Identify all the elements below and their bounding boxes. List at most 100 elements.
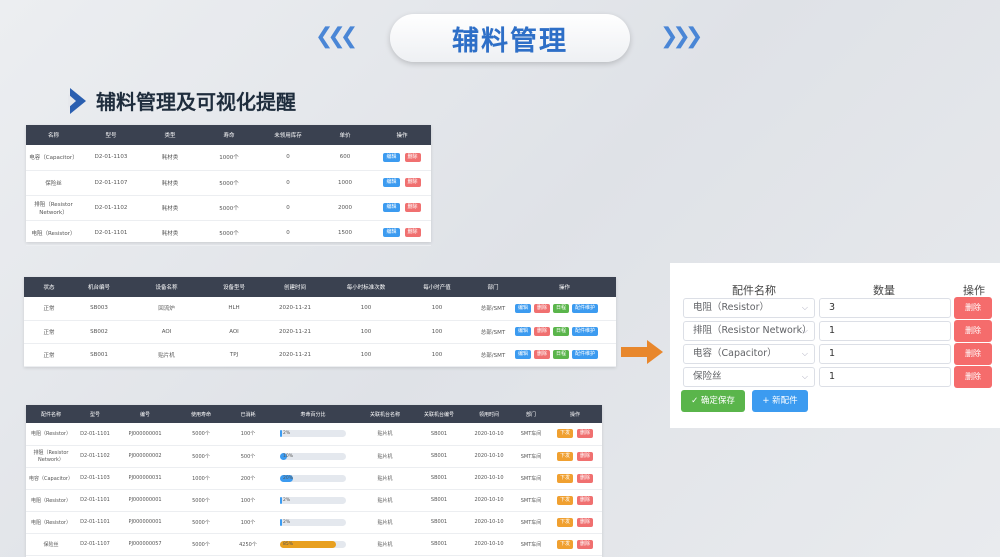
table-row: 保险丝 D2-01-1107 耗材类 5000个 0 1000 编辑 删除 <box>26 170 431 196</box>
table-cell: D2-01-1103 <box>81 145 141 171</box>
delete-button[interactable]: 删除 <box>577 473 594 483</box>
delete-button[interactable]: 删除 <box>577 539 594 549</box>
life-percent-cell: 2% <box>270 511 356 534</box>
delete-button[interactable]: 删除 <box>404 152 421 162</box>
part-select-value: 保险丝 <box>693 371 722 382</box>
add-part-button[interactable]: + 新配件 <box>752 390 808 412</box>
part-select[interactable]: 保险丝 ⌵ <box>683 367 815 387</box>
delete-row-button[interactable]: 删除 <box>954 366 992 388</box>
table-cell: 5000个 <box>176 511 226 534</box>
quantity-input[interactable]: 1 <box>819 367 951 387</box>
column-header: 关联机台名称 <box>356 405 414 423</box>
delete-button[interactable]: 删除 <box>577 429 594 439</box>
life-progress-label: 2% <box>283 431 291 437</box>
table-cell: PJ000000001 <box>114 423 176 446</box>
delete-row-button[interactable]: 删除 <box>954 320 992 342</box>
actions-cell: 编辑 删除 日程 配件维护 <box>513 320 616 344</box>
dispatch-button[interactable]: 下发 <box>556 451 573 461</box>
dispatch-button[interactable]: 下发 <box>556 495 573 505</box>
chevron-down-icon: ⌵ <box>801 372 808 381</box>
delete-button[interactable]: 删除 <box>404 178 421 187</box>
form-header-name: 配件名称 <box>732 284 776 297</box>
delete-row-button[interactable]: 删除 <box>954 297 992 319</box>
actions-cell: 下发 删除 <box>548 445 602 468</box>
delete-button[interactable]: 删除 <box>534 327 551 336</box>
table-cell: 排阻（Resistor Network） <box>26 195 81 221</box>
dispatch-button[interactable]: 下发 <box>556 429 573 439</box>
table-cell: 200个 <box>226 467 270 490</box>
table-cell: 贴片机 <box>356 511 414 534</box>
parts-maintenance-button[interactable]: 配件维护 <box>572 327 599 336</box>
parts-maintenance-button[interactable]: 配件维护 <box>572 303 599 313</box>
table-cell: SB001 <box>74 343 124 367</box>
schedule-button[interactable]: 日程 <box>553 303 570 313</box>
chevrons-right-icon: ❯❯❯ <box>660 24 703 49</box>
table-cell: 2020-10-10 <box>464 467 514 490</box>
table-cell: 贴片机 <box>356 445 414 468</box>
delete-button[interactable]: 删除 <box>534 303 551 313</box>
table-cell: 0 <box>259 195 317 221</box>
delete-button[interactable]: 删除 <box>577 517 594 527</box>
table-row: 排阻（Resistor Network） D2-01-1102 耗材类 5000个 0 2… <box>26 195 431 221</box>
edit-button[interactable]: 编辑 <box>515 350 532 359</box>
life-progress-bar: 2% <box>280 430 346 438</box>
dispatch-button[interactable]: 下发 <box>556 473 573 483</box>
table-cell: 2020-10-10 <box>464 423 514 446</box>
delete-button[interactable]: 删除 <box>404 228 421 237</box>
life-progress-fill <box>280 496 282 504</box>
column-header: 配件名称 <box>26 405 76 423</box>
column-header: 已消耗 <box>226 405 270 423</box>
table-cell: SB001 <box>414 533 464 556</box>
column-header: 编号 <box>114 405 176 423</box>
dispatch-button[interactable]: 下发 <box>556 517 573 527</box>
column-header: 操作 <box>513 277 616 297</box>
quantity-input[interactable]: 1 <box>819 344 951 364</box>
life-progress-bar: 10% <box>280 452 346 460</box>
table-cell: SMT车间 <box>514 511 548 534</box>
schedule-button[interactable]: 日程 <box>553 350 570 359</box>
table-cell: 正常 <box>24 343 74 367</box>
quantity-input[interactable]: 3 <box>819 298 951 318</box>
delete-button[interactable]: 删除 <box>577 451 594 461</box>
delete-button[interactable]: 删除 <box>404 203 421 212</box>
material-list-panel: 名称 型号 类型 寿命 未领用库存 单价 操作 电容（Capacitor） D2-01-110… <box>26 125 431 246</box>
edit-button[interactable]: 编辑 <box>383 178 400 187</box>
table-cell: SB001 <box>414 423 464 446</box>
edit-button[interactable]: 编辑 <box>383 203 400 212</box>
table-cell: SMT车间 <box>514 445 548 468</box>
delete-row-button[interactable]: 删除 <box>954 343 992 365</box>
actions-cell: 编辑 删除 <box>373 220 431 246</box>
table-cell: 耗材类 <box>141 145 199 171</box>
table-row: 保险丝 D2-01-1107 PJ000000057 5000个 4250个 85% 贴片机… <box>26 533 602 556</box>
table-cell: SB001 <box>414 467 464 490</box>
table-cell: 2020-11-21 <box>259 297 331 321</box>
table-cell: 5000个 <box>176 445 226 468</box>
delete-button[interactable]: 删除 <box>534 350 551 359</box>
life-progress-fill <box>280 518 282 526</box>
quantity-input[interactable]: 1 <box>819 321 951 341</box>
parts-maintenance-button[interactable]: 配件维护 <box>572 350 599 359</box>
schedule-button[interactable]: 日程 <box>553 327 570 336</box>
life-progress-label: 2% <box>283 519 291 525</box>
edit-button[interactable]: 编辑 <box>515 303 532 313</box>
table-cell: 正常 <box>24 297 74 321</box>
table-cell: 正常 <box>24 320 74 344</box>
edit-button[interactable]: 编辑 <box>515 327 532 336</box>
life-progress-bar: 20% <box>280 474 346 482</box>
table-cell: 2020-10-10 <box>464 445 514 468</box>
form-row: 保险丝 ⌵ 1 删除 <box>683 366 993 388</box>
table-cell: PJ000000057 <box>114 533 176 556</box>
right-arrow-icon <box>621 340 663 364</box>
edit-button[interactable]: 编辑 <box>383 228 400 237</box>
dispatch-button[interactable]: 下发 <box>556 539 573 549</box>
part-select[interactable]: 电容（Capacitor） ⌵ <box>683 344 815 364</box>
confirm-save-button[interactable]: ✓ 确定保存 <box>681 390 745 412</box>
part-select[interactable]: 排阻（Resistor Network） ⌵ <box>683 321 815 341</box>
life-percent-cell: 85% <box>270 533 356 556</box>
actions-cell: 编辑 删除 <box>373 195 431 221</box>
column-header: 操作 <box>548 405 602 423</box>
part-select[interactable]: 电阻（Resistor） ⌵ <box>683 298 815 318</box>
delete-button[interactable]: 删除 <box>577 495 594 505</box>
table-cell: 贴片机 <box>356 467 414 490</box>
edit-button[interactable]: 编辑 <box>383 152 400 162</box>
